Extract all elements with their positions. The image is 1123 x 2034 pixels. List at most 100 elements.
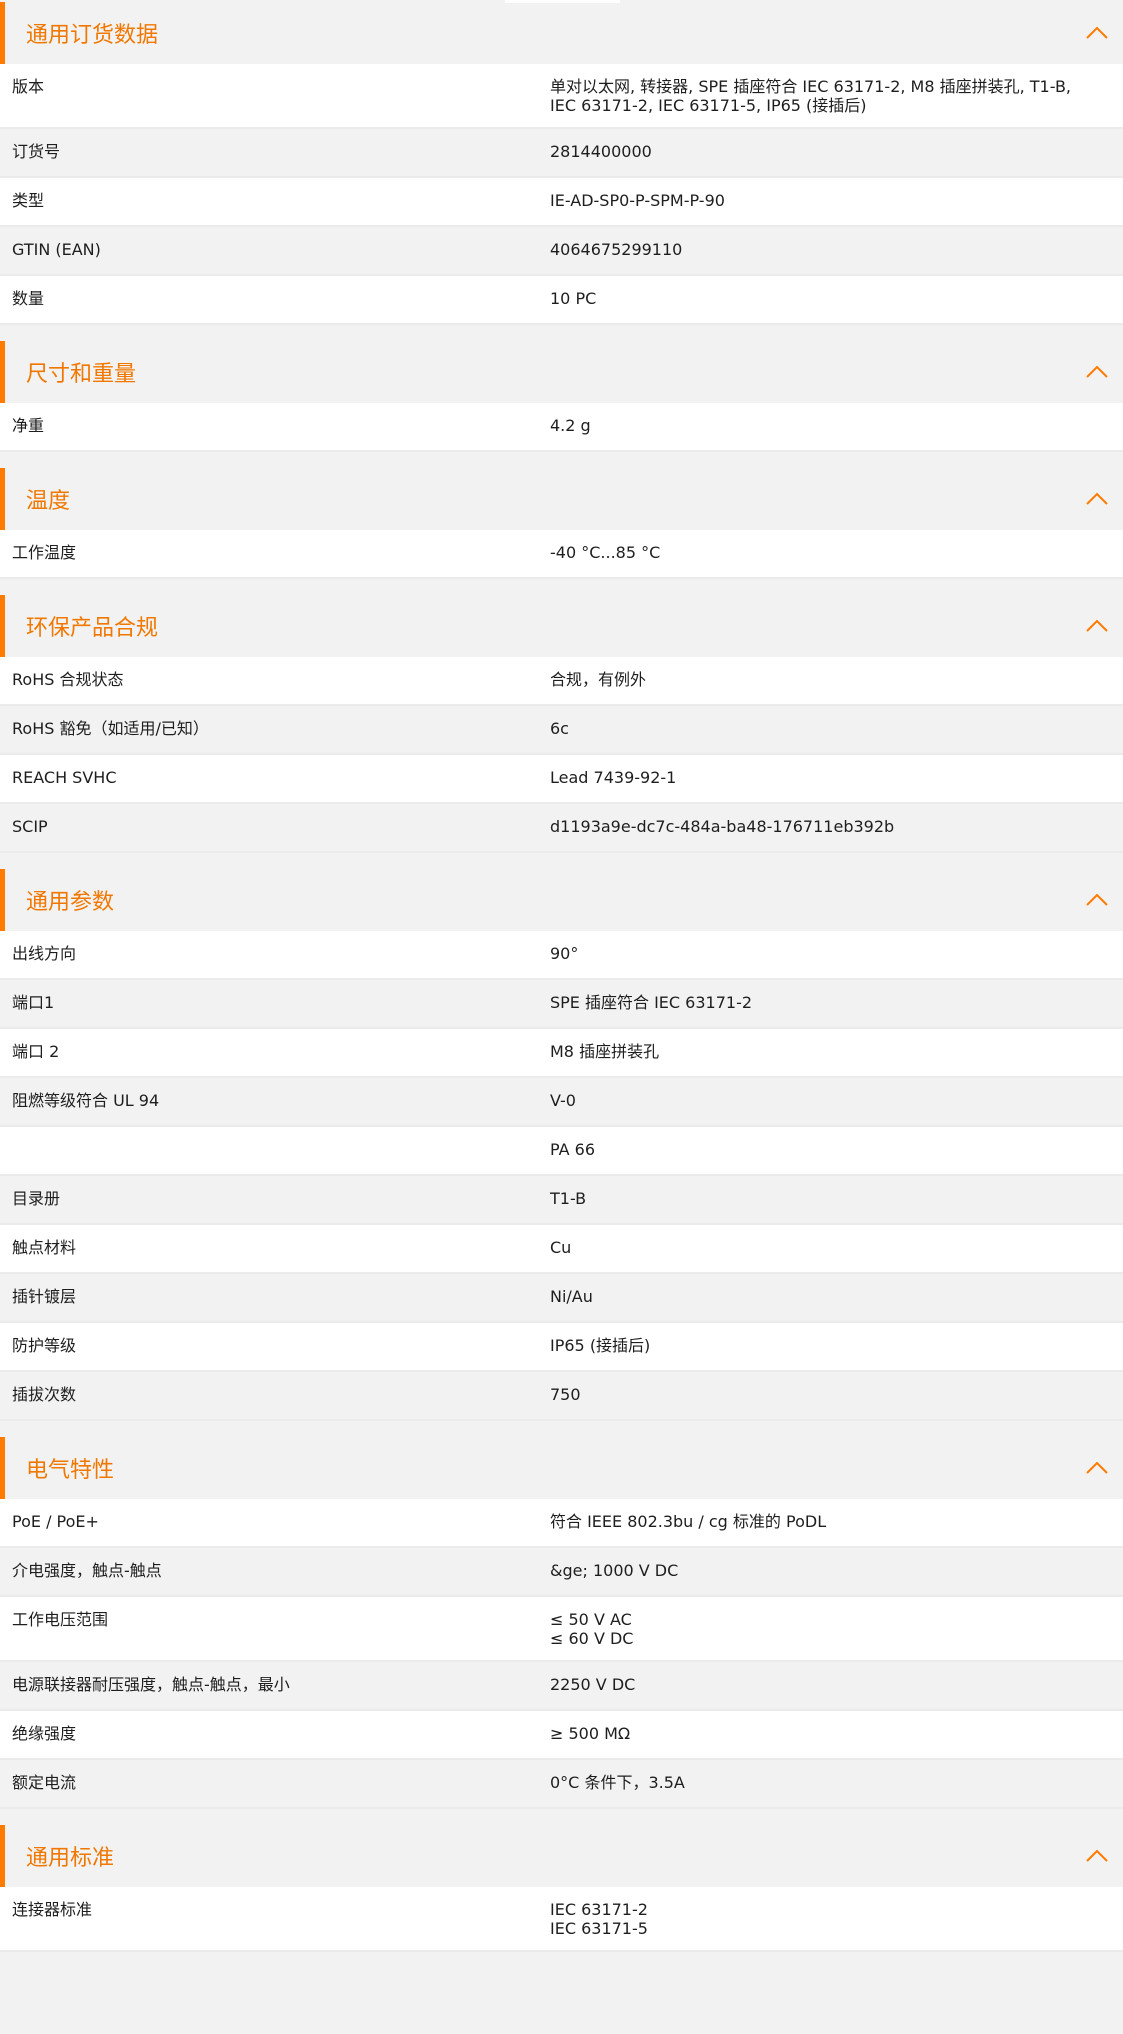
spec-value: 0°C 条件下，3.5A xyxy=(550,1760,1123,1807)
spec-row: 绝缘强度 ≥ 500 MΩ xyxy=(0,1711,1123,1760)
spec-section: 通用订货数据版本 单对以太网, 转接器, SPE 插座符合 IEC 63171-2… xyxy=(0,2,1123,325)
spec-row: RoHS 豁免（如适用/已知） 6c xyxy=(0,706,1123,755)
section-title: 通用参数 xyxy=(26,890,115,915)
spec-value-line: 2814400000 xyxy=(550,142,652,161)
spec-value: 90° xyxy=(550,931,1123,978)
section-header[interactable]: 环保产品合规 xyxy=(0,595,1123,657)
chevron-up-icon[interactable] xyxy=(1083,24,1111,42)
spec-section: 通用参数 出线方向 90° 端口1 SPE 插座符合 IEC 63171-2 端口 2 M8… xyxy=(0,869,1123,1421)
spec-value-line: ≤ 60 V DC xyxy=(550,1629,634,1648)
spec-value: IP65 (接插后) xyxy=(550,1323,1123,1370)
spec-value-line: ≤ 50 V AC xyxy=(550,1610,632,1629)
spec-value-line: Lead 7439-92-1 xyxy=(550,768,677,787)
spec-label: 额定电流 xyxy=(12,1773,77,1792)
spec-value: IEC 63171-2 IEC 63171-5 xyxy=(550,1887,1123,1950)
spec-label: 订货号 xyxy=(12,142,61,161)
chevron-up-icon[interactable] xyxy=(1083,490,1111,508)
spec-row: 净重 4.2 g xyxy=(0,403,1123,452)
spec-label: SCIP xyxy=(12,817,48,836)
spec-value-line: 合规，有例外 xyxy=(550,670,647,689)
spec-row: 工作温度 -40 °C...85 °C xyxy=(0,530,1123,579)
spec-sections: 通用订货数据版本 单对以太网, 转接器, SPE 插座符合 IEC 63171-2… xyxy=(0,2,1123,1952)
spec-row: 端口 2 M8 插座拼装孔 xyxy=(0,1029,1123,1078)
spec-label: RoHS 豁免（如适用/已知） xyxy=(12,719,209,738)
spec-value-line: -40 °C...85 °C xyxy=(550,543,661,562)
spec-row: GTIN (EAN) 4064675299110 xyxy=(0,227,1123,276)
spec-value-line: d1193a9e-dc7c-484a-ba48-176711eb392b xyxy=(550,817,895,836)
chevron-up-icon[interactable] xyxy=(1083,363,1111,381)
spec-value-line: 4064675299110 xyxy=(550,240,683,259)
spec-label: 介电强度，触点-触点 xyxy=(12,1561,162,1580)
spec-value: 2250 V DC xyxy=(550,1662,1123,1709)
section-header[interactable]: 通用订货数据 xyxy=(0,2,1123,64)
spec-value: 合规，有例外 xyxy=(550,657,1123,704)
section-title: 尺寸和重量 xyxy=(26,362,137,387)
chevron-up-icon[interactable] xyxy=(1083,1459,1111,1477)
section-header[interactable]: 电气特性 xyxy=(0,1437,1123,1499)
spec-section: 温度工作温度 -40 °C...85 °C xyxy=(0,468,1123,579)
spec-value: V-0 xyxy=(550,1078,1123,1125)
spec-value: IE-AD-SP0-P-SPM-P-90 xyxy=(550,178,1123,225)
section-title: 环保产品合规 xyxy=(26,616,159,641)
spec-value-line: 0°C 条件下，3.5A xyxy=(550,1773,685,1792)
spec-row: SCIP d1193a9e-dc7c-484a-ba48-176711eb392b xyxy=(0,804,1123,853)
spec-value: -40 °C...85 °C xyxy=(550,530,1123,577)
spec-label xyxy=(0,1127,550,1174)
spec-row: 工作电压范围 ≤ 50 V AC ≤ 60 V DC xyxy=(0,1597,1123,1662)
spec-row: REACH SVHC Lead 7439-92-1 xyxy=(0,755,1123,804)
spec-label: 阻燃等级符合 UL 94 xyxy=(12,1091,160,1110)
spec-value: 2814400000 xyxy=(550,129,1123,176)
spec-row: PoE / PoE+ 符合 IEEE 802.3bu / cg 标准的 PoDL xyxy=(0,1499,1123,1548)
spec-value: T1-B xyxy=(550,1176,1123,1223)
spec-label: 电源联接器耐压强度，触点-触点，最小 xyxy=(12,1675,290,1694)
section-header[interactable]: 尺寸和重量 xyxy=(0,341,1123,403)
spec-label: 连接器标准 xyxy=(12,1900,93,1919)
spec-value-line: 750 xyxy=(550,1385,581,1404)
spec-row: 出线方向 90° xyxy=(0,931,1123,980)
spec-value-line: IEC 63171-2 xyxy=(550,1900,648,1919)
spec-row: 版本 单对以太网, 转接器, SPE 插座符合 IEC 63171-2, M8 插… xyxy=(0,64,1123,129)
spec-label: 净重 xyxy=(12,416,45,435)
spec-value-line: 2250 V DC xyxy=(550,1675,636,1694)
spec-label: 工作温度 xyxy=(12,543,77,562)
spec-label: 类型 xyxy=(12,191,45,210)
spec-value-line: PA 66 xyxy=(550,1140,596,1159)
spec-value: 750 xyxy=(550,1372,1123,1419)
spec-value: ≤ 50 V AC ≤ 60 V DC xyxy=(550,1597,1123,1660)
section-title: 通用订货数据 xyxy=(26,23,159,48)
spec-label: 防护等级 xyxy=(12,1336,77,1355)
spec-label: 端口 2 xyxy=(12,1042,60,1061)
spec-label: 出线方向 xyxy=(12,944,77,963)
spec-label: REACH SVHC xyxy=(12,768,117,787)
spec-section: 尺寸和重量净重 4.2 g xyxy=(0,341,1123,452)
spec-row: 数量 10 PC xyxy=(0,276,1123,325)
chevron-up-icon[interactable] xyxy=(1083,891,1111,909)
top-tab-edge xyxy=(505,0,620,3)
spec-value-line: M8 插座拼装孔 xyxy=(550,1042,660,1061)
spec-value: 单对以太网, 转接器, SPE 插座符合 IEC 63171-2, M8 插座拼… xyxy=(550,64,1123,127)
chevron-up-icon[interactable] xyxy=(1083,617,1111,635)
spec-value-line: 90° xyxy=(550,944,579,963)
spec-value-line: V-0 xyxy=(550,1091,576,1110)
spec-value-line: 单对以太网, 转接器, SPE 插座符合 IEC 63171-2, M8 插座拼… xyxy=(550,77,1072,96)
chevron-up-icon[interactable] xyxy=(1083,1847,1111,1865)
spec-value-line: 4.2 g xyxy=(550,416,591,435)
spec-row: 电源联接器耐压强度，触点-触点，最小 2250 V DC xyxy=(0,1662,1123,1711)
section-header[interactable]: 温度 xyxy=(0,468,1123,530)
spec-row: 连接器标准 IEC 63171-2 IEC 63171-5 xyxy=(0,1887,1123,1952)
spec-row: 阻燃等级符合 UL 94 V-0 xyxy=(0,1078,1123,1127)
spec-label: RoHS 合规状态 xyxy=(12,670,124,689)
spec-row: 防护等级 IP65 (接插后) xyxy=(0,1323,1123,1372)
spec-label: GTIN (EAN) xyxy=(12,240,101,259)
spec-value-line: IEC 63171-5 xyxy=(550,1919,648,1938)
spec-value-line: 符合 IEEE 802.3bu / cg 标准的 PoDL xyxy=(550,1512,827,1531)
spec-value: PA 66 xyxy=(550,1127,1123,1174)
spec-row: 触点材料 Cu xyxy=(0,1225,1123,1274)
spec-row: 订货号 2814400000 xyxy=(0,129,1123,178)
spec-row: 目录册 T1-B xyxy=(0,1176,1123,1225)
spec-value-line: IE-AD-SP0-P-SPM-P-90 xyxy=(550,191,725,210)
section-header[interactable]: 通用参数 xyxy=(0,869,1123,931)
spec-label: 版本 xyxy=(12,77,45,96)
spec-value-line: 6c xyxy=(550,719,569,738)
section-header[interactable]: 通用标准 xyxy=(0,1825,1123,1887)
